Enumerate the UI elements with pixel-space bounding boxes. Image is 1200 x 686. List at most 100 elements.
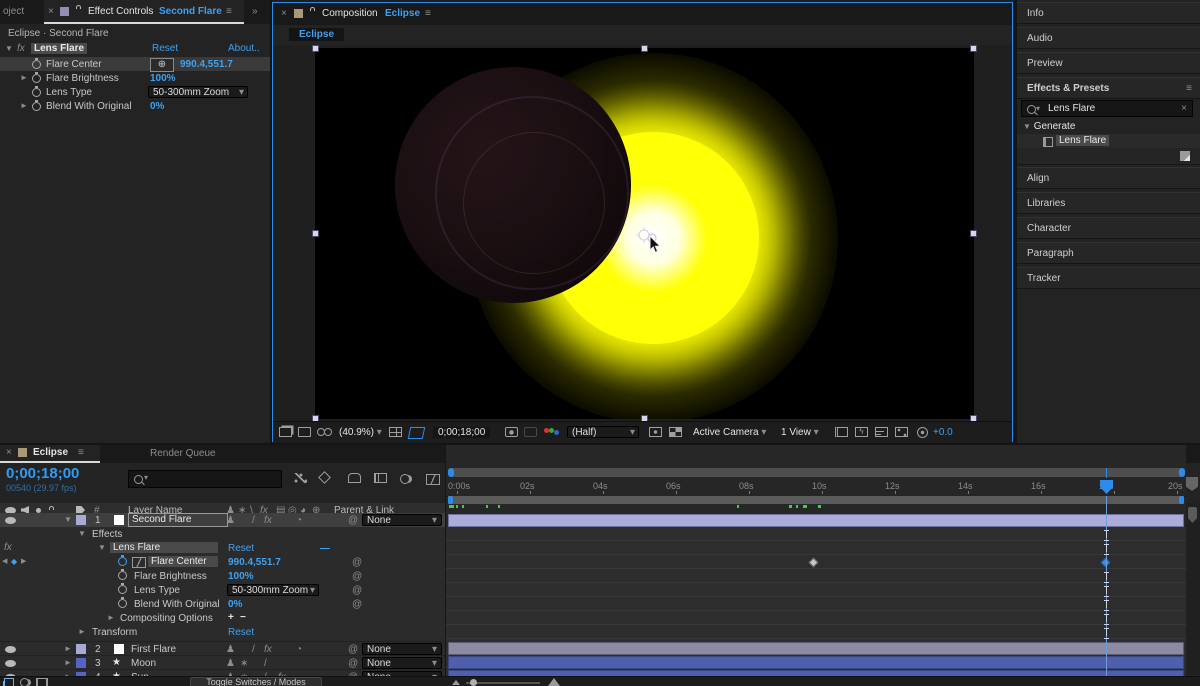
pickwhip-icon[interactable]: @	[352, 571, 362, 582]
expand-icon[interactable]: ►	[64, 644, 72, 653]
pickwhip-icon[interactable]: @	[348, 644, 358, 655]
pickwhip-icon[interactable]: @	[352, 585, 362, 596]
next-keyframe-icon[interactable]: ▶	[21, 557, 26, 565]
add-reference-icon[interactable]: +	[228, 612, 234, 623]
stopwatch-icon[interactable]	[118, 599, 127, 608]
ec-row-flare-brightness[interactable]: ► Flare Brightness 100%	[0, 71, 270, 85]
timeline-search-input[interactable]: ▾	[128, 470, 282, 488]
mask-visibility-icon[interactable]	[408, 427, 426, 439]
eye-icon[interactable]	[5, 660, 16, 667]
panel-header-align[interactable]: Align	[1017, 167, 1200, 189]
work-area-start[interactable]	[448, 496, 453, 504]
parent-dropdown[interactable]: None▾	[362, 657, 442, 669]
mini-flowchart-icon[interactable]	[294, 473, 307, 483]
parent-dropdown[interactable]: None▾	[362, 643, 442, 655]
graph-include-icon[interactable]	[132, 557, 146, 568]
pickwhip-icon[interactable]: @	[352, 599, 362, 610]
timeline-zoom-track[interactable]	[466, 682, 540, 684]
navigator-end-handle[interactable]	[1179, 468, 1185, 477]
layer-row-first-flare[interactable]: ► 2 First Flare ♟ / fx ◔ @ None▾	[0, 641, 445, 656]
layer-switch-icon[interactable]: ♟	[226, 644, 235, 655]
layer-switch-icon[interactable]: /	[252, 515, 255, 526]
property-label[interactable]: Flare Center	[148, 556, 218, 567]
property-value[interactable]: 100%	[228, 571, 254, 582]
collapse-icon[interactable]: ▼	[98, 543, 106, 552]
ec-row-flare-center[interactable]: Flare Center ⊕ 990.4,551.7	[0, 57, 270, 71]
effect-name[interactable]: Lens Flare	[31, 43, 87, 54]
eye-icon[interactable]	[5, 517, 16, 524]
property-value[interactable]: 0%	[228, 599, 242, 610]
panel-header-paragraph[interactable]: Paragraph	[1017, 242, 1200, 264]
flowchart-icon[interactable]	[895, 427, 908, 437]
clear-search-icon[interactable]: ×	[1181, 101, 1187, 116]
lens-type-dropdown[interactable]: 50-300mm Zoom▾	[227, 584, 319, 596]
work-area-bar[interactable]	[448, 496, 1184, 504]
panel-header-audio[interactable]: Audio	[1017, 27, 1200, 49]
collapse-icon[interactable]: ▼	[5, 44, 13, 53]
stopwatch-icon[interactable]	[32, 60, 41, 69]
view-layout-dropdown[interactable]: 1 View ▾	[781, 427, 819, 438]
comp-viewer[interactable]	[315, 48, 974, 419]
transparency-grid-icon[interactable]	[669, 427, 682, 437]
about-link[interactable]: About..	[228, 43, 260, 54]
label-color-chip[interactable]	[76, 644, 86, 654]
expand-icon[interactable]: ►	[64, 658, 72, 667]
stopwatch-icon[interactable]	[118, 571, 127, 580]
layer-switch-icon[interactable]: /	[264, 658, 267, 669]
layer-row-moon[interactable]: ► 3 ★ Moon ♟ ∗ / @ None▾	[0, 655, 445, 670]
reset-link[interactable]: Reset	[228, 627, 254, 638]
pixel-aspect-icon[interactable]	[835, 427, 848, 437]
layer-switch-icon[interactable]: ♟	[226, 515, 235, 526]
selection-handle[interactable]	[970, 230, 977, 237]
channel-rgb-icon[interactable]	[544, 428, 549, 433]
layer-bar-second-flare[interactable]	[448, 514, 1184, 527]
selection-handle[interactable]	[641, 45, 648, 52]
pickwhip-icon[interactable]: @	[348, 658, 358, 669]
panel-header-tracker[interactable]: Tracker	[1017, 267, 1200, 289]
effect-result-name[interactable]: Lens Flare	[1056, 135, 1109, 146]
panel-menu-icon[interactable]: ≡	[78, 447, 84, 458]
view-camera-dropdown[interactable]: Active Camera ▾	[693, 427, 766, 438]
panel-header-effects-presets[interactable]: Effects & Presets ≡	[1017, 77, 1200, 99]
ec-row-blend[interactable]: ► Blend With Original 0%	[0, 99, 270, 113]
label-color-chip[interactable]	[76, 658, 86, 668]
property-value[interactable]: 990.4,551.7	[180, 59, 233, 70]
crosshair-button[interactable]: ⊕	[150, 58, 174, 72]
selection-handle[interactable]	[312, 230, 319, 237]
viewer-tab-eclipse[interactable]: Eclipse	[289, 28, 344, 41]
prop-blend-row[interactable]: Blend With Original 0% @	[0, 597, 445, 611]
collapse-icon[interactable]: ▼	[78, 529, 86, 538]
viewer-timecode[interactable]: 0;00;18;00	[433, 427, 490, 438]
panel-header-libraries[interactable]: Libraries	[1017, 192, 1200, 214]
navigator-start-handle[interactable]	[448, 468, 454, 477]
tab-render-queue[interactable]: Render Queue	[150, 448, 216, 459]
current-timecode[interactable]: 0;00;18;00	[6, 465, 79, 482]
motion-blur-toggle-icon[interactable]	[20, 678, 29, 686]
stopwatch-icon[interactable]	[32, 74, 41, 83]
collapse-icon[interactable]: ▼	[1023, 122, 1031, 131]
frame-blending-toggle-icon[interactable]	[4, 678, 14, 686]
layer-switch-icon[interactable]: ♟	[226, 658, 235, 669]
ec-row-lens-type[interactable]: Lens Type 50-300mm Zoom ▾	[0, 85, 270, 99]
effects-search-input[interactable]: ▾ Lens Flare ×	[1021, 100, 1193, 117]
prop-flare-center-row[interactable]: ◀ ◆ ▶ Flare Center 990.4,551.7 @	[0, 555, 445, 569]
prop-lens-type-row[interactable]: Lens Type 50-300mm Zoom▾ @	[0, 583, 445, 597]
remove-reference-icon[interactable]: −	[240, 612, 246, 623]
keyframe-here-icon[interactable]: ◆	[11, 557, 17, 566]
work-area-end[interactable]	[1179, 496, 1184, 504]
stopwatch-icon[interactable]	[118, 557, 127, 566]
tab-project[interactable]: oject	[3, 6, 24, 17]
layer-switch-icon[interactable]: ◔	[296, 515, 302, 526]
close-icon[interactable]: ×	[6, 447, 12, 458]
panel-header-character[interactable]: Character	[1017, 217, 1200, 239]
exposure-value[interactable]: +0.0	[933, 427, 953, 438]
layer-bar-moon[interactable]	[448, 656, 1184, 669]
scrollbar-thumb[interactable]	[1188, 507, 1197, 523]
prev-keyframe-icon[interactable]: ◀	[2, 557, 7, 565]
pickwhip-icon[interactable]: @	[348, 515, 358, 526]
effect-name[interactable]: Lens Flare	[110, 542, 218, 553]
effects-group-generate[interactable]: ▼ Generate	[1023, 121, 1075, 132]
show-snapshot-icon[interactable]	[524, 427, 537, 437]
goggles-icon[interactable]	[317, 428, 325, 436]
layer-name[interactable]: First Flare	[131, 644, 176, 655]
